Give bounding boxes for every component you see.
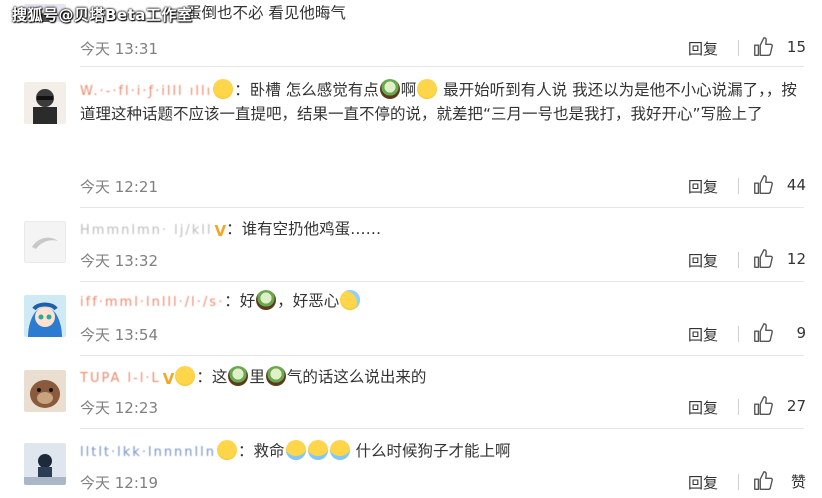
thumbs-up-icon: [754, 37, 773, 56]
separator: [80, 428, 804, 429]
green-bowl-emoji-icon: [265, 366, 286, 386]
avatar-image: [24, 295, 66, 337]
separator: [80, 207, 804, 208]
avatar-image: [24, 221, 66, 263]
username[interactable]: iff·mml·lnlll·/l·/s·: [80, 291, 224, 314]
reply-button[interactable]: 回复: [688, 324, 718, 345]
avatar[interactable]: [24, 295, 66, 337]
comment-time: 今天 12:21: [80, 178, 158, 196]
reply-button[interactable]: 回复: [688, 176, 718, 197]
comment-text: 啊: [400, 81, 417, 99]
thumbs-up-icon: [754, 396, 773, 415]
thumbs-up-icon: [754, 323, 773, 342]
reply-button[interactable]: 回复: [688, 397, 718, 418]
divider: [738, 40, 739, 56]
username[interactable]: W.·-·fl·i‧ƒ·illl ıllı: [80, 80, 212, 103]
like-count: 赞: [790, 472, 806, 491]
like-count: 27: [786, 397, 806, 415]
comment-text: 气的话这么说出来的: [286, 368, 427, 386]
username[interactable]: Hmmnlmn· lj/kll: [80, 219, 212, 242]
avatar-image: [24, 443, 66, 485]
divider: [738, 326, 739, 342]
emoji-icon: [217, 440, 237, 460]
reply-button[interactable]: 回复: [688, 250, 718, 271]
comment-text: 蛋倒也不必 看见他晦气: [186, 4, 346, 22]
separator: [80, 281, 804, 282]
thumbs-up-icon: [754, 175, 773, 194]
crying-face-emoji-icon: [285, 440, 306, 460]
verified-v-icon: V: [214, 222, 227, 240]
watermark: 搜狐号@贝塔Beta工作室: [12, 6, 193, 24]
like-button[interactable]: 44: [752, 174, 806, 196]
dizzy-face-emoji-icon: [417, 79, 438, 99]
like-button[interactable]: 15: [752, 36, 806, 58]
comment-text: ：这: [196, 368, 228, 386]
comment-text: 什么时候狗子才能上啊: [350, 442, 511, 460]
avatar[interactable]: [24, 82, 66, 124]
thumbs-up-icon: [754, 249, 773, 268]
like-button[interactable]: 9: [752, 322, 806, 344]
avatar-image: [24, 370, 66, 412]
green-bowl-emoji-icon: [256, 290, 277, 310]
divider: [738, 252, 739, 268]
comment-text: ：谁有空扔他鸡蛋……: [226, 220, 382, 238]
comment-time: 今天 12:23: [80, 399, 158, 417]
comment-text: ，好恶心: [277, 292, 340, 310]
divider: [738, 474, 739, 490]
like-button[interactable]: 27: [752, 395, 806, 417]
comment-time: 今天 12:19: [80, 474, 158, 492]
reply-button[interactable]: 回复: [688, 472, 718, 493]
like-count: 15: [786, 38, 806, 56]
comment-text: 里: [249, 368, 265, 386]
comment-time: 今天 13:54: [80, 326, 158, 344]
verified-v-icon: V: [162, 370, 175, 388]
comment-text: ：救命: [238, 442, 285, 460]
divider: [738, 399, 739, 415]
username[interactable]: TUPA l-l·L: [80, 367, 161, 390]
emoji-icon: [175, 366, 196, 386]
comment-text: ：卧槽 怎么感觉有点: [234, 81, 379, 99]
separator: [80, 355, 804, 356]
like-button[interactable]: 赞: [752, 470, 806, 492]
avatar-image: [24, 82, 66, 124]
green-bowl-emoji-icon: [379, 79, 400, 99]
like-count: 9: [796, 324, 806, 342]
thumbs-up-icon: [754, 471, 773, 490]
reply-button[interactable]: 回复: [688, 38, 718, 59]
sweat-face-emoji-icon: [340, 290, 361, 310]
like-button[interactable]: 12: [752, 248, 806, 270]
like-count: 44: [786, 176, 806, 194]
comment-text: ：好: [224, 292, 256, 310]
comment-time: 今天 13:32: [80, 252, 158, 270]
emoji-icon: [213, 79, 234, 99]
avatar[interactable]: [24, 221, 66, 263]
avatar[interactable]: [24, 370, 66, 412]
comment-time: 今天 13:31: [80, 40, 158, 58]
divider: [738, 178, 739, 194]
like-count: 12: [786, 250, 806, 268]
username[interactable]: lltlt·lkk·lnnnnlln: [80, 441, 216, 464]
crying-face-emoji-icon: [329, 440, 350, 460]
green-bowl-emoji-icon: [228, 366, 249, 386]
crying-face-emoji-icon: [307, 440, 328, 460]
separator: [80, 66, 804, 67]
avatar[interactable]: [24, 443, 66, 485]
